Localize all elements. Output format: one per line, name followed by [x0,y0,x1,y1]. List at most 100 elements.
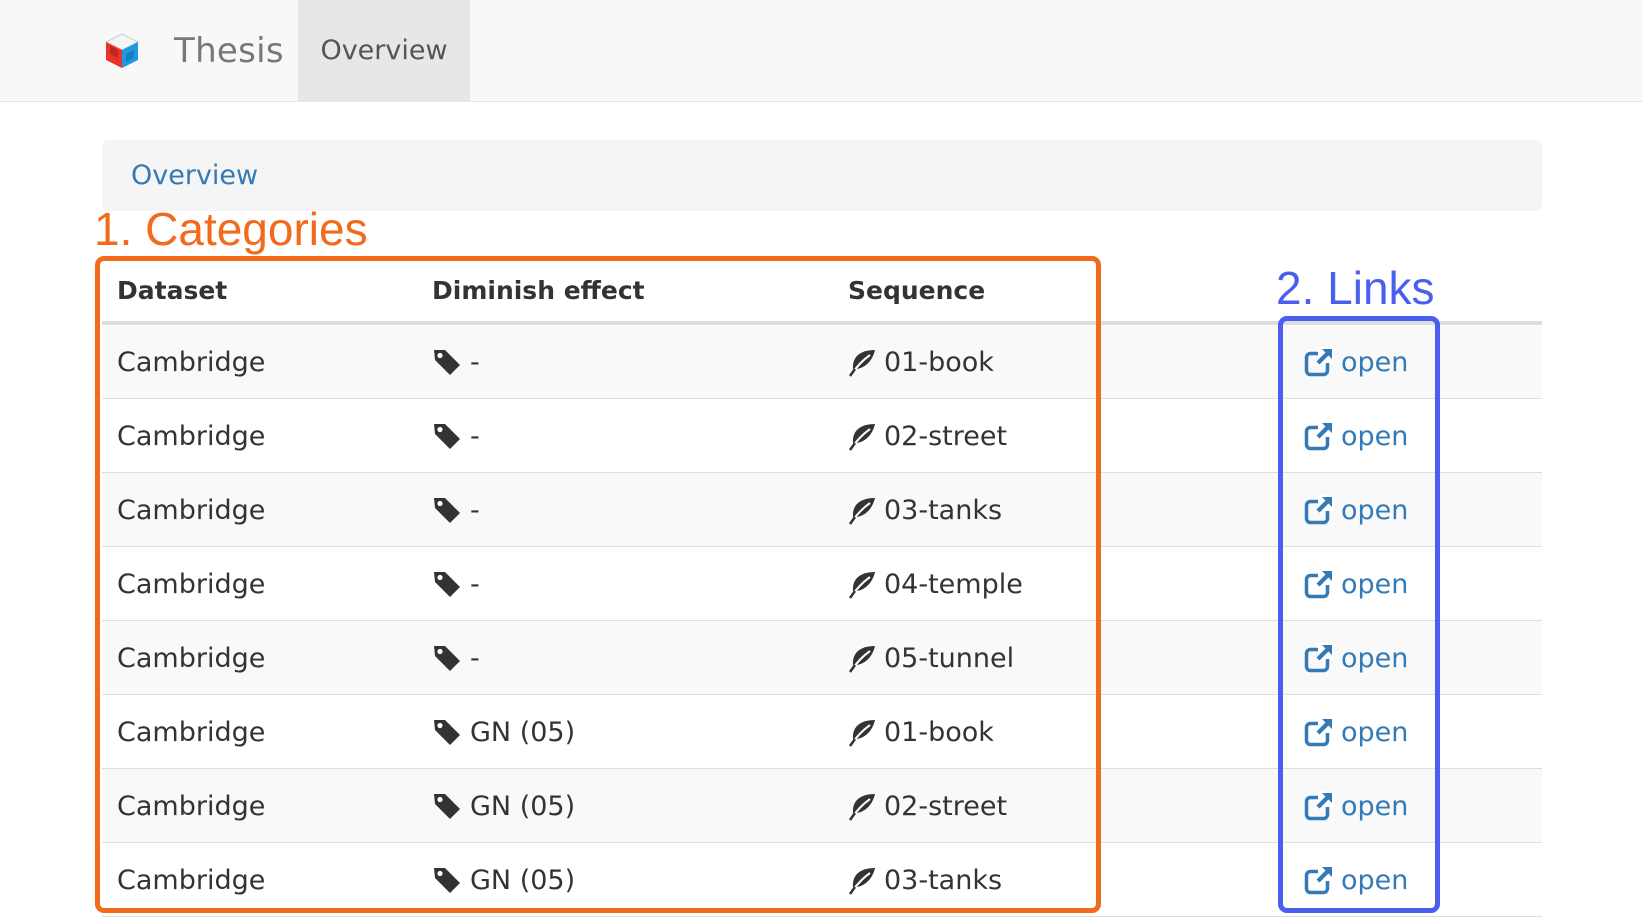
open-link-label: open [1341,568,1409,600]
breadcrumb: Overview [102,140,1542,211]
dataset-value: Cambridge [117,494,266,526]
dataset-value: Cambridge [117,642,266,674]
cell-sequence: 01-book [848,325,994,399]
cell-link: open [1304,325,1408,399]
cell-sequence: 05-tunnel [848,621,1014,695]
cell-dataset: Cambridge [117,769,265,843]
header-dataset: Dataset [117,276,228,305]
external-link-icon [1304,495,1334,525]
tag-icon [434,794,460,819]
open-link[interactable]: open [1304,347,1408,378]
leaf-icon [848,572,875,599]
open-link[interactable]: open [1304,421,1408,452]
diminish-value: GN (05) [470,864,576,896]
cell-link: open [1304,695,1408,769]
annotation-categories-label: 1. Categories [94,203,368,255]
sequence-value: 02-street [884,790,1008,822]
cell-link: open [1304,473,1408,547]
open-link[interactable]: open [1304,643,1408,674]
cell-link: open [1304,843,1408,917]
sequence-value: 02-street [884,420,1008,452]
table-body: Cambridge - 01-book open Cambridge - 02-… [102,325,1542,917]
cell-dataset: Cambridge [117,399,265,473]
cell-dataset: Cambridge [117,547,265,621]
tag-icon [434,350,460,375]
leaf-icon [848,646,875,673]
open-link-label: open [1341,494,1409,526]
tag-icon [434,868,460,893]
table-row: Cambridge - 02-street open [102,399,1542,473]
cell-diminish-effect: - [432,621,480,695]
table-row: Cambridge GN (05) 03-tanks open [102,843,1542,917]
sequence-value: 01-book [884,716,994,748]
open-link-label: open [1341,864,1409,896]
diminish-value: - [470,642,480,674]
leaf-icon [848,794,875,821]
cell-diminish-effect: GN (05) [432,695,575,769]
open-link[interactable]: open [1304,791,1408,822]
open-link[interactable]: open [1304,495,1408,526]
sequence-value: 03-tanks [884,864,1003,896]
sequences-table: Dataset Diminish effect Sequence Cambrid… [102,256,1542,917]
table-row: Cambridge - 05-tunnel open [102,621,1542,695]
leaf-icon [848,498,875,525]
brand-title: Thesis [174,30,284,71]
open-link[interactable]: open [1304,569,1408,600]
tag-icon [434,720,460,745]
table-row: Cambridge - 04-temple open [102,547,1542,621]
cell-dataset: Cambridge [117,621,265,695]
cell-link: open [1304,399,1408,473]
dataset-value: Cambridge [117,346,266,378]
dataset-value: Cambridge [117,568,266,600]
table-row: Cambridge - 01-book open [102,325,1542,399]
open-link-label: open [1341,346,1409,378]
diminish-value: GN (05) [470,790,576,822]
open-link[interactable]: open [1304,865,1408,896]
cell-dataset: Cambridge [117,843,265,917]
diminish-value: - [470,568,480,600]
cell-diminish-effect: GN (05) [432,769,575,843]
cell-dataset: Cambridge [117,325,265,399]
cell-link: open [1304,547,1408,621]
table-row: Cambridge - 03-tanks open [102,473,1542,547]
cell-sequence: 01-book [848,695,994,769]
external-link-icon [1304,717,1334,747]
tag-icon [434,498,460,523]
cell-diminish-effect: GN (05) [432,843,575,917]
sequence-value: 01-book [884,346,994,378]
cell-dataset: Cambridge [117,695,265,769]
sequence-value: 04-temple [884,568,1023,600]
dataset-value: Cambridge [117,864,266,896]
cell-sequence: 02-street [848,399,1007,473]
cell-diminish-effect: - [432,399,480,473]
open-link-label: open [1341,642,1409,674]
tag-icon [434,424,460,449]
leaf-icon [848,720,875,747]
navbar-brand[interactable]: Thesis [104,0,284,101]
external-link-icon [1304,569,1334,599]
header-diminish-effect: Diminish effect [432,276,645,305]
leaf-icon [848,350,875,377]
leaf-icon [848,424,875,451]
nav-tab-overview[interactable]: Overview [298,0,470,101]
external-link-icon [1304,421,1334,451]
leaf-icon [848,868,875,895]
diminish-value: - [470,346,480,378]
cell-diminish-effect: - [432,473,480,547]
sequence-value: 03-tanks [884,494,1003,526]
cell-sequence: 02-street [848,769,1007,843]
cube-logo-icon [104,32,140,68]
open-link-label: open [1341,790,1409,822]
cell-sequence: 04-temple [848,547,1023,621]
cell-link: open [1304,769,1408,843]
diminish-value: - [470,420,480,452]
open-link-label: open [1341,716,1409,748]
external-link-icon [1304,865,1334,895]
sequence-value: 05-tunnel [884,642,1015,674]
breadcrumb-overview-link[interactable]: Overview [131,160,258,191]
header-sequence: Sequence [848,276,986,305]
cell-sequence: 03-tanks [848,473,1002,547]
table-row: Cambridge GN (05) 01-book open [102,695,1542,769]
external-link-icon [1304,643,1334,673]
open-link[interactable]: open [1304,717,1408,748]
